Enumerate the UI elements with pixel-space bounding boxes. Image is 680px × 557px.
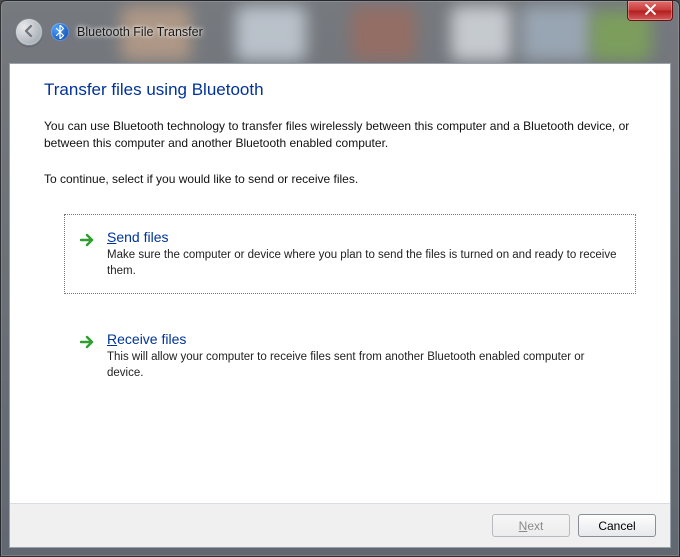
window-title: Bluetooth File Transfer bbox=[77, 25, 203, 39]
titlebar: Bluetooth File Transfer bbox=[1, 1, 679, 63]
content-panel: Transfer files using Bluetooth You can u… bbox=[9, 63, 671, 548]
cancel-button[interactable]: Cancel bbox=[578, 514, 656, 537]
option-send-title: Send files bbox=[107, 229, 619, 245]
arrow-right-icon bbox=[79, 333, 97, 351]
page-heading: Transfer files using Bluetooth bbox=[44, 80, 636, 100]
back-arrow-icon bbox=[22, 24, 36, 41]
option-send[interactable]: Send files Make sure the computer or dev… bbox=[64, 214, 636, 294]
option-receive-desc: This will allow your computer to receive… bbox=[107, 349, 619, 381]
close-button[interactable] bbox=[627, 1, 673, 21]
option-receive-title: Receive files bbox=[107, 331, 619, 347]
next-button: Next bbox=[492, 514, 570, 537]
next-button-label: Next bbox=[519, 519, 544, 533]
arrow-right-icon bbox=[79, 231, 97, 249]
back-button[interactable] bbox=[15, 18, 43, 46]
close-icon bbox=[645, 4, 656, 18]
footer: Next Cancel bbox=[10, 503, 670, 547]
prompt-text: To continue, select if you would like to… bbox=[44, 171, 636, 188]
wizard-window: Bluetooth File Transfer Transfer files u… bbox=[0, 0, 680, 557]
option-receive-text: Receive files This will allow your compu… bbox=[107, 331, 619, 381]
option-send-desc: Make sure the computer or device where y… bbox=[107, 247, 619, 279]
intro-text: You can use Bluetooth technology to tran… bbox=[44, 118, 636, 153]
bluetooth-icon bbox=[51, 23, 69, 41]
option-receive[interactable]: Receive files This will allow your compu… bbox=[64, 316, 636, 396]
option-send-text: Send files Make sure the computer or dev… bbox=[107, 229, 619, 279]
cancel-button-label: Cancel bbox=[598, 519, 635, 533]
